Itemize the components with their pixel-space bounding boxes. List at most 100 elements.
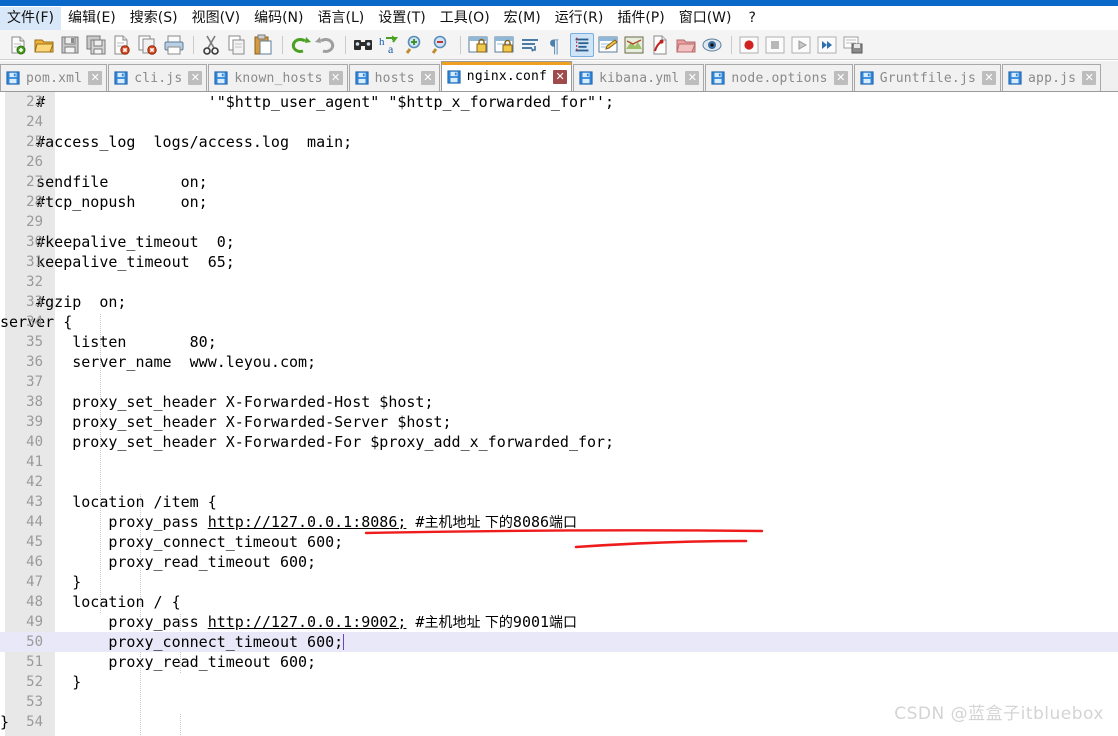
tab-nginx-conf[interactable]: nginx.conf ✕ <box>440 61 573 91</box>
tab-label: known_hosts <box>234 70 323 86</box>
function-list-icon[interactable] <box>648 33 672 57</box>
tab-gruntfile-js[interactable]: Gruntfile.js ✕ <box>853 64 1002 91</box>
print-icon[interactable] <box>162 33 186 57</box>
code-line[interactable]: server { <box>0 312 1118 332</box>
code-line[interactable] <box>0 152 1118 172</box>
redo-icon[interactable] <box>314 33 338 57</box>
show-document-map-icon[interactable] <box>622 33 646 57</box>
menu-item-search[interactable]: 搜索(S) <box>123 7 185 30</box>
code-line[interactable] <box>0 112 1118 132</box>
indent-guide-icon[interactable] <box>570 32 594 57</box>
word-wrap-icon[interactable] <box>518 33 542 57</box>
menu-item-edit[interactable]: 编辑(E) <box>61 7 123 30</box>
code-line[interactable]: proxy_pass http://127.0.0.1:8086; #主机地址 … <box>0 512 1118 532</box>
tab-hosts[interactable]: hosts ✕ <box>348 64 440 91</box>
code-line[interactable] <box>0 372 1118 392</box>
cut-icon[interactable] <box>199 33 223 57</box>
menu-item-tools[interactable]: 工具(O) <box>433 7 497 30</box>
close-icon[interactable]: ✕ <box>685 71 700 85</box>
menu-item-file[interactable]: 文件(F) <box>0 6 61 30</box>
menu-item-plugins[interactable]: 插件(P) <box>610 7 671 30</box>
code-line[interactable]: } <box>0 572 1118 592</box>
tab-cli-js[interactable]: cli.js ✕ <box>108 64 208 91</box>
replace-icon[interactable]: h a <box>377 33 401 57</box>
sync-vertical-scroll-icon[interactable] <box>466 33 490 57</box>
close-icon[interactable]: ✕ <box>833 71 848 85</box>
code-line[interactable]: # '"$http_user_agent" "$http_x_forwarded… <box>0 92 1118 112</box>
play-macro-icon[interactable] <box>789 33 813 57</box>
close-icon[interactable]: ✕ <box>188 71 203 85</box>
record-macro-icon[interactable] <box>737 33 761 57</box>
close-all-icon[interactable] <box>136 33 160 57</box>
svg-text:h: h <box>379 36 385 48</box>
code-line[interactable]: proxy_pass http://127.0.0.1:9002; #主机地址 … <box>0 612 1118 632</box>
close-icon[interactable]: ✕ <box>1082 71 1097 85</box>
tab-node-options[interactable]: node.options ✕ <box>705 64 853 91</box>
menu-item-view[interactable]: 视图(V) <box>185 7 248 30</box>
monitoring-icon[interactable] <box>700 33 724 57</box>
save-macro-icon[interactable] <box>841 33 865 57</box>
menu-bar: 文件(F) 编辑(E) 搜索(S) 视图(V) 编码(N) 语言(L) 设置(T… <box>0 6 1118 31</box>
code-line[interactable] <box>0 472 1118 492</box>
zoom-out-icon[interactable] <box>429 33 453 57</box>
code-line[interactable]: proxy_connect_timeout 600; <box>0 532 1118 552</box>
menu-item-settings[interactable]: 设置(T) <box>371 7 432 30</box>
code-line[interactable]: keepalive_timeout 65; <box>0 252 1118 272</box>
code-line[interactable]: #tcp_nopush on; <box>0 192 1118 212</box>
close-icon[interactable]: ✕ <box>420 71 435 85</box>
close-file-icon[interactable] <box>110 33 134 57</box>
stop-recording-icon[interactable] <box>763 33 787 57</box>
folder-as-workspace-icon[interactable] <box>674 33 698 57</box>
code-line[interactable]: proxy_set_header X-Forwarded-Host $host; <box>0 392 1118 412</box>
paste-icon[interactable] <box>251 33 275 57</box>
close-icon[interactable]: ✕ <box>982 71 997 85</box>
code-line[interactable]: server_name www.leyou.com; <box>0 352 1118 372</box>
run-macro-multiple-icon[interactable] <box>815 33 839 57</box>
user-defined-dialog-icon[interactable] <box>596 33 620 57</box>
tab-kibana-yml[interactable]: kibana.yml ✕ <box>573 64 705 91</box>
code-line[interactable] <box>0 452 1118 472</box>
code-line[interactable]: #access_log logs/access.log main; <box>0 132 1118 152</box>
close-icon[interactable]: ✕ <box>88 71 103 85</box>
zoom-in-icon[interactable] <box>403 33 427 57</box>
url-link[interactable]: http://127.0.0.1:9002; <box>208 613 407 631</box>
code-line[interactable]: proxy_set_header X-Forwarded-Server $hos… <box>0 412 1118 432</box>
code-line[interactable]: sendfile on; <box>0 172 1118 192</box>
url-link[interactable]: http://127.0.0.1:8086; <box>208 513 407 531</box>
code-editor[interactable]: # '"$http_user_agent" "$http_x_forwarded… <box>0 92 1118 736</box>
close-icon[interactable]: ✕ <box>553 69 568 84</box>
code-line[interactable]: #gzip on; <box>0 292 1118 312</box>
code-line[interactable]: location /item { <box>0 492 1118 512</box>
menu-item-macro[interactable]: 宏(M) <box>497 7 548 30</box>
close-icon[interactable]: ✕ <box>328 71 343 85</box>
sync-horizontal-scroll-icon[interactable] <box>492 33 516 57</box>
tab-known-hosts[interactable]: known_hosts ✕ <box>208 64 348 91</box>
new-file-icon[interactable] <box>6 33 30 57</box>
tab-app-js[interactable]: app.js ✕ <box>1002 64 1102 91</box>
menu-item-run[interactable]: 运行(R) <box>548 7 611 30</box>
tab-pom-xml[interactable]: pom.xml ✕ <box>0 64 108 91</box>
tab-label: hosts <box>374 70 415 86</box>
code-line[interactable] <box>0 212 1118 232</box>
code-line[interactable]: #keepalive_timeout 0; <box>0 232 1118 252</box>
code-line-current[interactable]: proxy_connect_timeout 600; <box>0 632 1118 652</box>
undo-icon[interactable] <box>288 33 312 57</box>
copy-icon[interactable] <box>225 33 249 57</box>
save-all-icon[interactable] <box>84 33 108 57</box>
find-icon[interactable] <box>351 33 375 57</box>
menu-item-window[interactable]: 窗口(W) <box>672 7 739 30</box>
show-all-chars-icon[interactable]: ¶ <box>544 33 568 57</box>
code-line[interactable] <box>0 272 1118 292</box>
code-line[interactable]: location / { <box>0 592 1118 612</box>
code-line[interactable]: proxy_read_timeout 600; <box>0 652 1118 672</box>
menu-item-help[interactable]: ? <box>739 7 766 30</box>
toolbar-separator <box>193 35 194 54</box>
save-icon[interactable] <box>58 33 82 57</box>
code-line[interactable]: } <box>0 672 1118 692</box>
menu-item-encoding[interactable]: 编码(N) <box>247 7 310 30</box>
code-line[interactable]: proxy_set_header X-Forwarded-For $proxy_… <box>0 432 1118 452</box>
code-line[interactable]: listen 80; <box>0 332 1118 352</box>
open-folder-icon[interactable] <box>32 33 56 57</box>
code-line[interactable]: proxy_read_timeout 600; <box>0 552 1118 572</box>
menu-item-language[interactable]: 语言(L) <box>311 7 372 30</box>
